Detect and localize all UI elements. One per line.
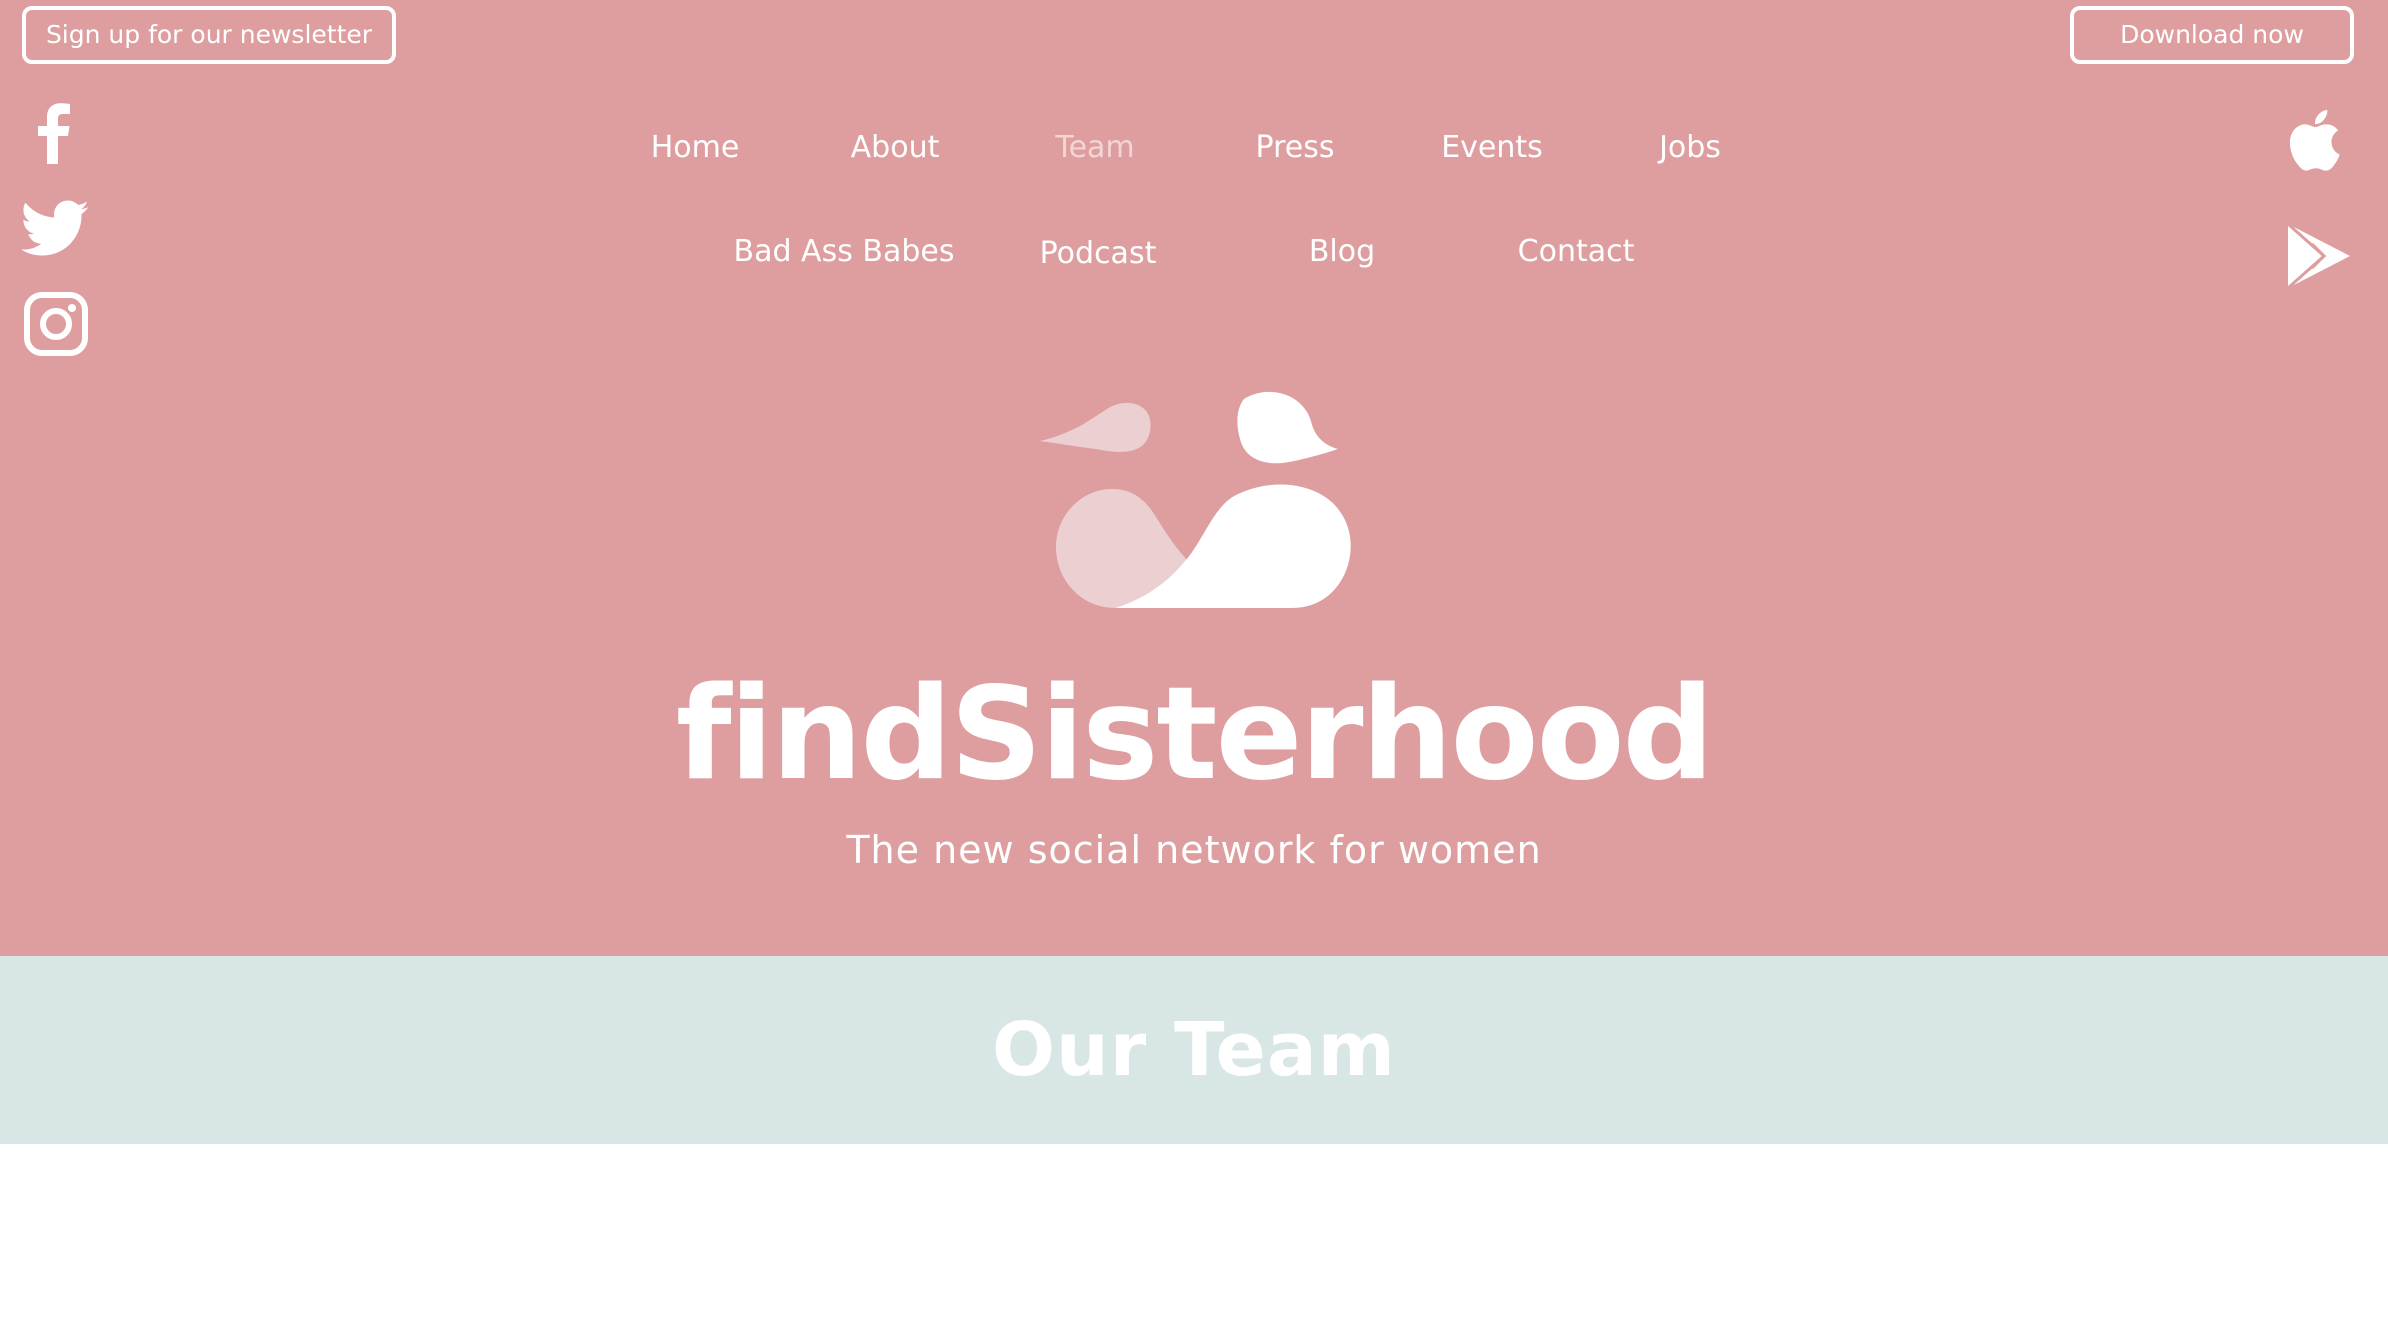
google-play-icon[interactable] bbox=[2282, 220, 2354, 292]
nav-press[interactable]: Press bbox=[1256, 128, 1335, 168]
download-now-button[interactable]: Download now bbox=[2070, 6, 2354, 64]
nav-contact[interactable]: Contact bbox=[1518, 232, 1635, 272]
hero-tagline: The new social network for women bbox=[846, 828, 1542, 872]
our-team-section: Our Team bbox=[0, 956, 2388, 1144]
hero-section: Sign up for our newsletter Download now bbox=[0, 0, 2388, 956]
nav-jobs[interactable]: Jobs bbox=[1659, 128, 1721, 168]
nav-events[interactable]: Events bbox=[1441, 128, 1543, 168]
nav-about[interactable]: About bbox=[851, 128, 940, 168]
apple-icon[interactable] bbox=[2282, 104, 2354, 176]
twitter-icon[interactable] bbox=[20, 194, 90, 262]
brand-wordmark: findSisterhood bbox=[675, 660, 1714, 809]
newsletter-signup-button[interactable]: Sign up for our newsletter bbox=[22, 6, 396, 64]
section-title: Our Team bbox=[992, 1007, 1396, 1093]
instagram-icon[interactable] bbox=[22, 290, 90, 358]
findsisterhood-logo-icon bbox=[1030, 385, 1370, 615]
nav-blog[interactable]: Blog bbox=[1309, 232, 1375, 272]
facebook-icon[interactable] bbox=[22, 98, 90, 166]
nav-team[interactable]: Team bbox=[1055, 128, 1134, 168]
nav-podcast[interactable]: Podcast bbox=[1040, 234, 1157, 274]
nav-home[interactable]: Home bbox=[651, 128, 740, 168]
nav-bad-ass-babes[interactable]: Bad Ass Babes bbox=[734, 232, 955, 272]
